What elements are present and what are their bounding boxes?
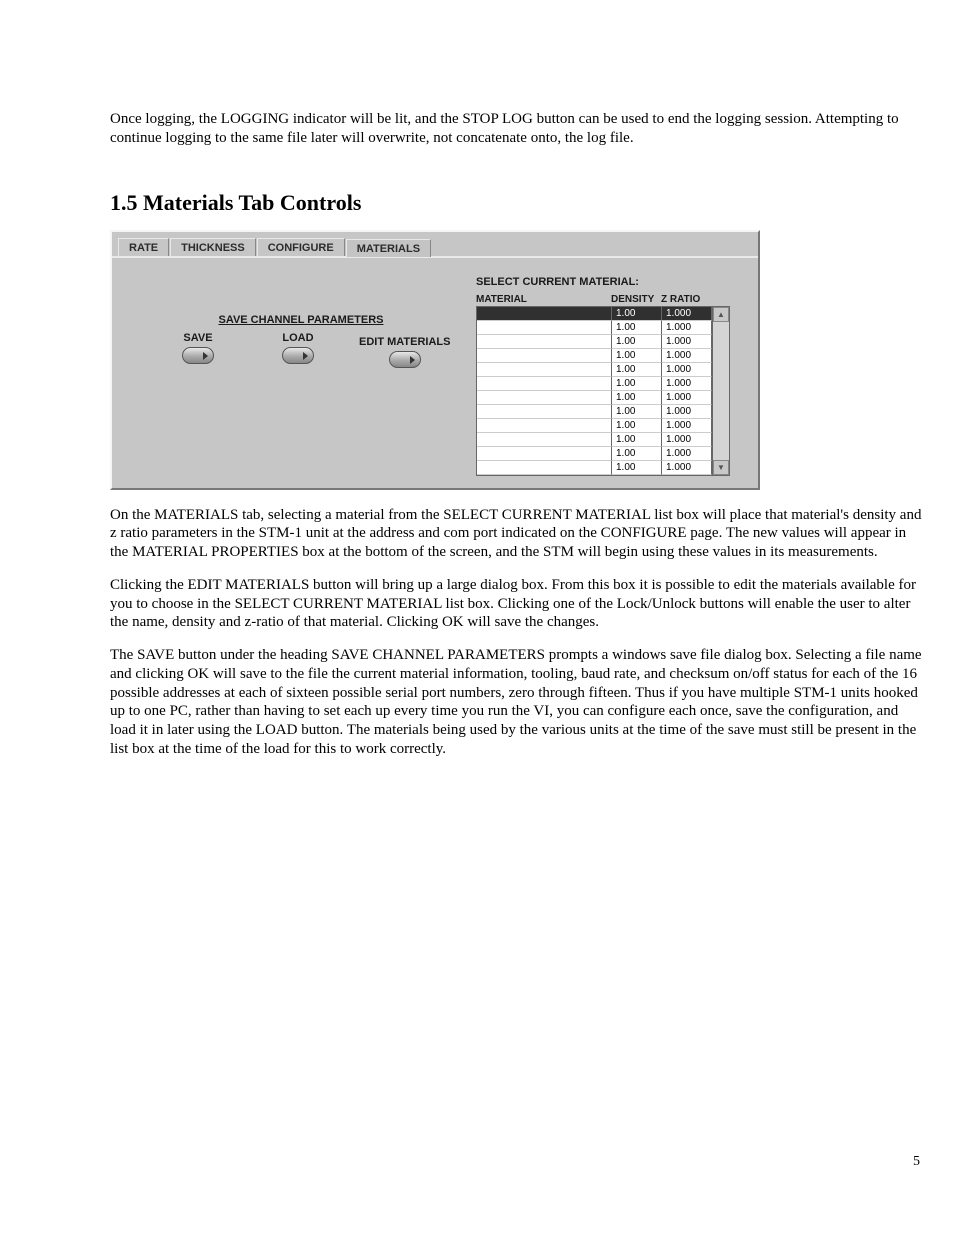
edit-materials-button[interactable] [389, 351, 421, 368]
material-table[interactable]: 1.001.0001.001.0001.001.0001.001.0001.00… [476, 306, 712, 476]
paragraph-2: Clicking the EDIT MATERIALS button will … [110, 576, 922, 632]
paragraph-3: The SAVE button under the heading SAVE C… [110, 646, 922, 759]
cell-density: 1.00 [612, 433, 662, 447]
tab-materials[interactable]: MATERIALS [346, 239, 431, 257]
page-number: 5 [913, 1154, 920, 1170]
cell-zratio: 1.000 [662, 335, 712, 349]
cell-material [477, 349, 612, 363]
edit-materials-label: EDIT MATERIALS [359, 336, 450, 348]
cell-density: 1.00 [612, 363, 662, 377]
table-row[interactable]: 1.001.000 [477, 447, 712, 461]
cell-zratio: 1.000 [662, 349, 712, 363]
table-row[interactable]: 1.001.000 [477, 377, 712, 391]
scroll-up-icon[interactable]: ▲ [713, 307, 729, 322]
cell-material [477, 447, 612, 461]
cell-zratio: 1.000 [662, 433, 712, 447]
left-pane: SAVE CHANNEL PARAMETERS SAVE LOAD EDIT M… [126, 276, 476, 476]
table-row[interactable]: 1.001.000 [477, 335, 712, 349]
load-button[interactable] [282, 347, 314, 364]
cell-zratio: 1.000 [662, 391, 712, 405]
cell-density: 1.00 [612, 377, 662, 391]
right-pane: SELECT CURRENT MATERIAL: MATERIAL DENSIT… [476, 276, 748, 476]
table-row[interactable]: 1.001.000 [477, 307, 712, 321]
cell-material [477, 321, 612, 335]
cell-density: 1.00 [612, 321, 662, 335]
table-row[interactable]: 1.001.000 [477, 349, 712, 363]
cell-density: 1.00 [612, 349, 662, 363]
cell-material [477, 461, 612, 475]
cell-zratio: 1.000 [662, 321, 712, 335]
tab-configure[interactable]: CONFIGURE [257, 238, 345, 256]
cell-density: 1.00 [612, 335, 662, 349]
scroll-down-icon[interactable]: ▼ [713, 460, 729, 475]
cell-zratio: 1.000 [662, 447, 712, 461]
cell-material [477, 377, 612, 391]
table-row[interactable]: 1.001.000 [477, 461, 712, 475]
col-material: MATERIAL [476, 294, 611, 305]
tab-thickness[interactable]: THICKNESS [170, 238, 256, 256]
materials-panel: RATE THICKNESS CONFIGURE MATERIALS SAVE … [110, 230, 760, 490]
table-row[interactable]: 1.001.000 [477, 419, 712, 433]
table-header: MATERIAL DENSITY Z RATIO [476, 294, 748, 305]
load-label: LOAD [268, 332, 328, 344]
cell-material [477, 391, 612, 405]
table-row[interactable]: 1.001.000 [477, 391, 712, 405]
cell-density: 1.00 [612, 419, 662, 433]
table-row[interactable]: 1.001.000 [477, 433, 712, 447]
cell-zratio: 1.000 [662, 363, 712, 377]
section-heading: 1.5 Materials Tab Controls [110, 190, 922, 216]
tab-bar: RATE THICKNESS CONFIGURE MATERIALS [112, 232, 758, 258]
col-zratio: Z RATIO [661, 294, 711, 305]
scrollbar[interactable]: ▲ ▼ [712, 306, 730, 476]
cell-density: 1.00 [612, 461, 662, 475]
save-label: SAVE [168, 332, 228, 344]
cell-material [477, 433, 612, 447]
cell-material [477, 335, 612, 349]
cell-density: 1.00 [612, 447, 662, 461]
cell-material [477, 363, 612, 377]
cell-material [477, 419, 612, 433]
cell-material [477, 405, 612, 419]
save-channel-params-heading: SAVE CHANNEL PARAMETERS [201, 314, 401, 326]
select-current-material-title: SELECT CURRENT MATERIAL: [476, 276, 748, 288]
cell-zratio: 1.000 [662, 419, 712, 433]
cell-material [477, 307, 612, 321]
table-row[interactable]: 1.001.000 [477, 405, 712, 419]
intro-paragraph: Once logging, the LOGGING indicator will… [110, 110, 922, 148]
paragraph-1: On the MATERIALS tab, selecting a materi… [110, 506, 922, 562]
table-row[interactable]: 1.001.000 [477, 321, 712, 335]
cell-density: 1.00 [612, 405, 662, 419]
scroll-track[interactable] [713, 322, 729, 460]
cell-zratio: 1.000 [662, 405, 712, 419]
cell-density: 1.00 [612, 391, 662, 405]
tab-rate[interactable]: RATE [118, 238, 169, 256]
table-row[interactable]: 1.001.000 [477, 363, 712, 377]
cell-density: 1.00 [612, 307, 662, 321]
save-button[interactable] [182, 347, 214, 364]
cell-zratio: 1.000 [662, 461, 712, 475]
cell-zratio: 1.000 [662, 307, 712, 321]
cell-zratio: 1.000 [662, 377, 712, 391]
col-density: DENSITY [611, 294, 661, 305]
